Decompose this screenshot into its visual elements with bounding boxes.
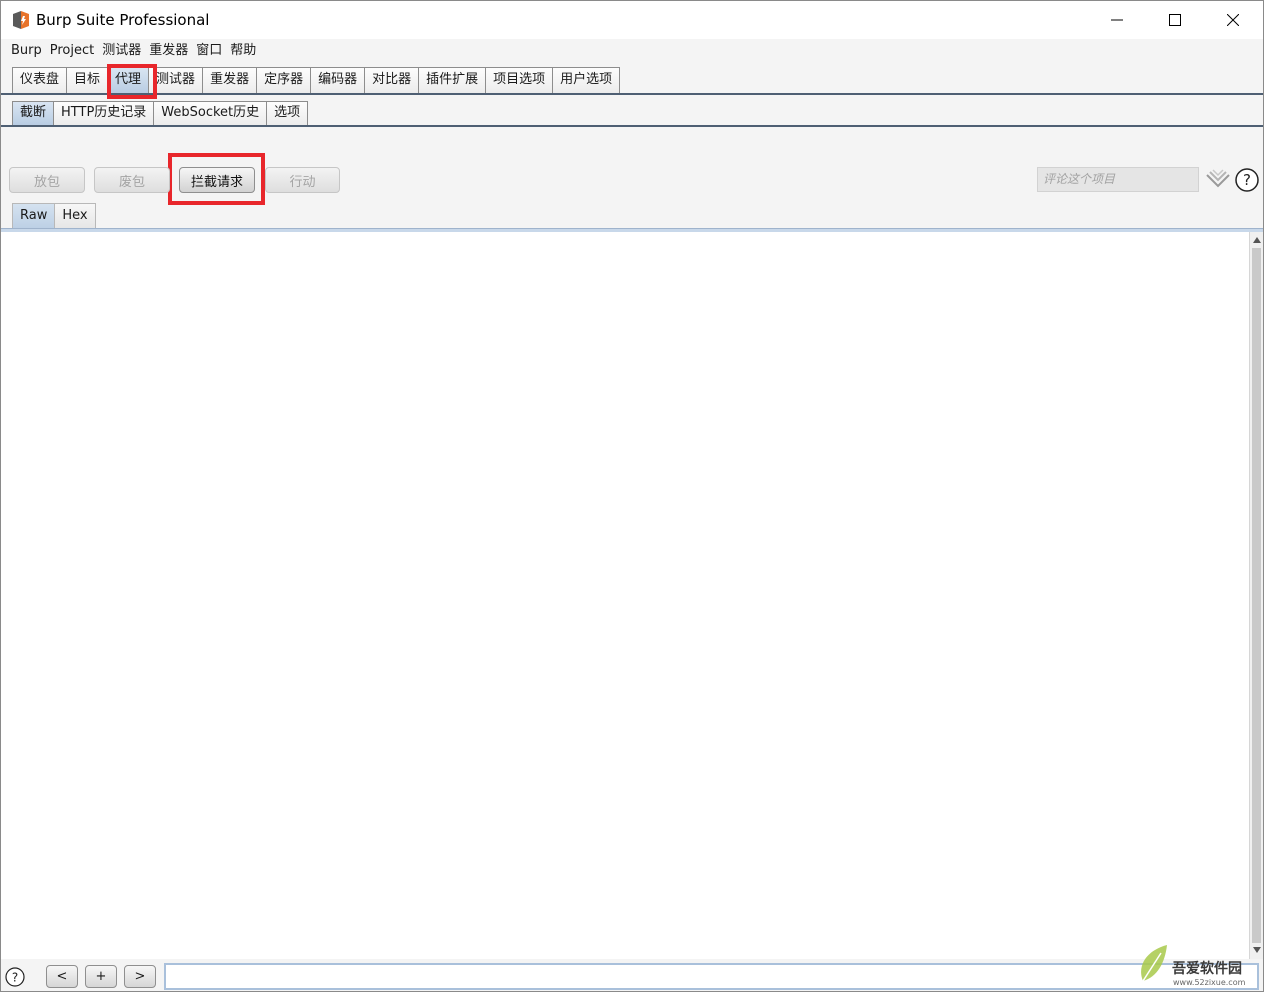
- tab-project-options[interactable]: 项目选项: [485, 67, 554, 93]
- help-icon-bottom[interactable]: ?: [5, 967, 25, 987]
- minimize-button[interactable]: [1088, 1, 1146, 39]
- menu-bar: Burp Project 测试器 重发器 窗口 帮助: [1, 39, 1263, 63]
- tab-comparer[interactable]: 对比器: [364, 67, 420, 93]
- tab-intercept[interactable]: 截断: [12, 101, 55, 125]
- watermark-url: www.52zixue.com: [1173, 978, 1246, 987]
- tab-dashboard[interactable]: 仪表盘: [12, 67, 68, 93]
- tab-decoder[interactable]: 编码器: [310, 67, 366, 93]
- main-tab-divider: [1, 93, 1263, 95]
- close-button[interactable]: [1204, 1, 1262, 39]
- bottom-search-bar: ? < + >: [1, 959, 1263, 991]
- window-title: Burp Suite Professional: [36, 11, 210, 29]
- tab-hex[interactable]: Hex: [54, 203, 96, 228]
- tab-raw[interactable]: Raw: [12, 203, 56, 228]
- maximize-button[interactable]: [1146, 1, 1204, 39]
- tab-extender[interactable]: 插件扩展: [418, 67, 487, 93]
- menu-repeater[interactable]: 重发器: [145, 39, 192, 63]
- search-input[interactable]: [164, 963, 1259, 990]
- next-match-button[interactable]: >: [124, 965, 156, 988]
- message-editor[interactable]: [1, 232, 1249, 959]
- tab-options[interactable]: 选项: [266, 101, 309, 125]
- maximize-icon: [1169, 14, 1181, 26]
- tab-intruder[interactable]: 测试器: [148, 67, 204, 93]
- burp-logo-icon: [13, 11, 29, 29]
- tab-websocket-history[interactable]: WebSocket历史: [153, 101, 268, 125]
- action-button[interactable]: 行动: [265, 167, 340, 193]
- title-bar: Burp Suite Professional: [1, 1, 1263, 39]
- svg-text:?: ?: [1243, 171, 1251, 189]
- main-tab-bar: 仪表盘 目标 代理 测试器 重发器 定序器 编码器 对比器 插件扩展 项目选项 …: [1, 67, 1263, 93]
- menu-window[interactable]: 窗口: [192, 39, 226, 63]
- forward-button[interactable]: 放包: [9, 167, 85, 193]
- tab-user-options[interactable]: 用户选项: [552, 67, 621, 93]
- burp-window: Burp Suite Professional Burp Project 测试器…: [0, 0, 1264, 992]
- tab-target[interactable]: 目标: [66, 67, 109, 93]
- comment-input[interactable]: 评论这个项目: [1037, 167, 1199, 192]
- site-watermark: 吾爱软件园 www.52zixue.com: [1129, 931, 1263, 991]
- previous-match-button[interactable]: <: [46, 965, 78, 988]
- leaf-logo-icon: [1141, 945, 1167, 982]
- vertical-scrollbar[interactable]: [1249, 232, 1263, 959]
- menu-burp[interactable]: Burp: [7, 39, 46, 63]
- menu-intruder[interactable]: 测试器: [98, 39, 145, 63]
- close-icon: [1227, 14, 1239, 26]
- tab-http-history[interactable]: HTTP历史记录: [53, 101, 155, 125]
- tab-proxy[interactable]: 代理: [107, 67, 150, 93]
- intercept-toggle-button[interactable]: 拦截请求: [179, 167, 255, 193]
- help-icon[interactable]: ?: [1235, 168, 1259, 192]
- watermark-name: 吾爱软件园: [1172, 961, 1242, 977]
- tab-sequencer[interactable]: 定序器: [256, 67, 312, 93]
- sub-tab-divider: [1, 125, 1263, 127]
- drop-button[interactable]: 废包: [94, 167, 170, 193]
- scroll-thumb[interactable]: [1252, 248, 1261, 943]
- scroll-up-icon[interactable]: [1252, 235, 1262, 245]
- tab-repeater[interactable]: 重发器: [202, 67, 258, 93]
- message-view-tabs: Raw Hex: [12, 203, 96, 228]
- menu-project[interactable]: Project: [46, 39, 98, 63]
- menu-help[interactable]: 帮助: [226, 39, 260, 63]
- add-search-button[interactable]: +: [85, 965, 117, 988]
- highlight-icon[interactable]: [1205, 169, 1231, 191]
- svg-text:?: ?: [12, 971, 18, 985]
- minimize-icon: [1111, 19, 1123, 21]
- proxy-sub-tab-bar: 截断 HTTP历史记录 WebSocket历史 选项: [1, 101, 1263, 125]
